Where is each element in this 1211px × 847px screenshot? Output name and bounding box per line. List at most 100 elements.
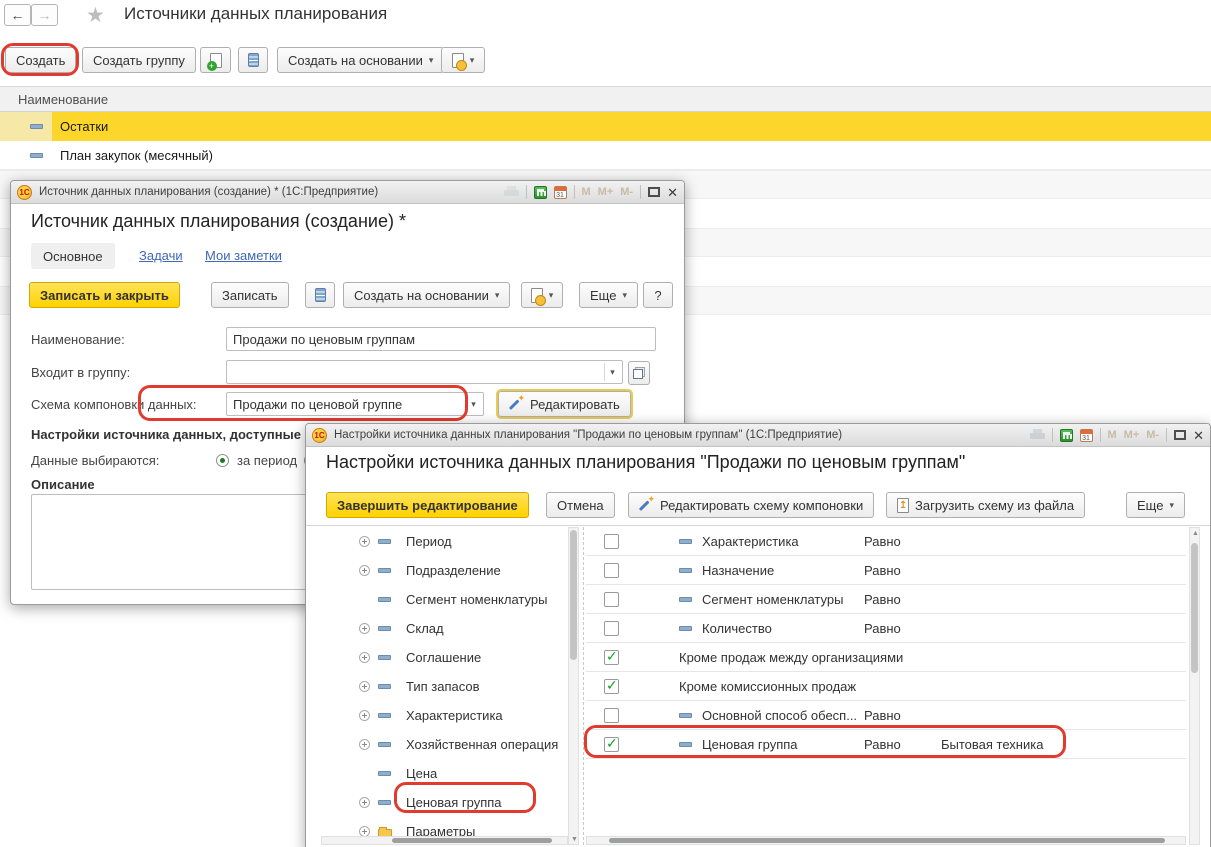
help-button[interactable]: ? [643, 282, 673, 308]
dropdown-caret-icon[interactable]: ▾ [465, 395, 481, 413]
schema-input[interactable]: Продажи по ценовой группе ▾ [226, 392, 484, 416]
finish-editing-button[interactable]: Завершить редактирование [326, 492, 529, 518]
tree-item[interactable]: Характеристика [321, 701, 568, 730]
scroll-up-icon[interactable]: ▲ [1191, 530, 1200, 537]
tree-item[interactable]: Ценовая группа [321, 788, 568, 817]
create-button[interactable]: Создать [5, 47, 76, 73]
checkbox[interactable] [604, 592, 619, 607]
edit-schema-button[interactable]: Редактировать [498, 391, 631, 417]
print-icon[interactable] [504, 186, 519, 198]
checkbox[interactable] [604, 621, 619, 636]
report-dropdown-button[interactable]: ▾ [441, 47, 485, 73]
table-header[interactable]: Наименование [0, 86, 1211, 112]
close-icon[interactable]: ✕ [1193, 429, 1204, 442]
more-button[interactable]: Еще▾ [579, 282, 638, 308]
filter-row[interactable]: Кроме комиссионных продаж [586, 672, 1186, 701]
schema-field-label: Схема компоновки данных: [31, 397, 197, 412]
create-group-button[interactable]: Создать группу [82, 47, 196, 73]
forward-button[interactable]: → [31, 4, 58, 26]
filter-row[interactable]: Ценовая группаРавноБытовая техника [586, 730, 1186, 759]
filter-row[interactable]: НазначениеРавно [586, 556, 1186, 585]
expand-icon[interactable] [359, 536, 370, 547]
tree-item[interactable]: Период [321, 527, 568, 556]
calendar-icon[interactable]: 31 [554, 186, 567, 199]
expand-icon[interactable] [359, 739, 370, 750]
create-based-on-button[interactable]: Создать на основании▾ [277, 47, 444, 73]
filter-row[interactable]: ХарактеристикаРавно [586, 527, 1186, 556]
panel-splitter[interactable] [583, 527, 584, 845]
star-icon[interactable]: ★ [86, 3, 105, 28]
calculator-icon[interactable] [1060, 429, 1073, 442]
tree-vertical-scrollbar[interactable]: ▼ [568, 527, 579, 845]
group-input[interactable]: ▾ [226, 360, 623, 384]
back-button[interactable]: ← [4, 4, 31, 26]
stack-button[interactable] [305, 282, 335, 308]
memory-m-button[interactable]: M [582, 186, 591, 198]
dialog-titlebar[interactable]: 1С Настройки источника данных планирован… [306, 424, 1210, 447]
save-and-close-button[interactable]: Записать и закрыть [29, 282, 180, 308]
memory-m-button[interactable]: M [1108, 429, 1117, 441]
calendar-icon[interactable]: 31 [1080, 429, 1093, 442]
memory-m-minus-button[interactable]: M- [620, 186, 633, 198]
add-document-button[interactable] [200, 47, 231, 73]
tab-main[interactable]: Основное [31, 243, 115, 269]
dialog-titlebar[interactable]: 1С Источник данных планирования (создани… [11, 181, 684, 204]
print-icon[interactable] [1030, 429, 1045, 441]
tree-item[interactable]: Соглашение [321, 643, 568, 672]
scrollbar-thumb[interactable] [392, 838, 552, 843]
filter-row[interactable]: Основной способ обесп...Равно [586, 701, 1186, 730]
checkbox[interactable] [604, 534, 619, 549]
tree-horizontal-scrollbar[interactable] [321, 836, 568, 845]
tree-item[interactable]: Подразделение [321, 556, 568, 585]
checkbox[interactable] [604, 563, 619, 578]
tab-my-notes[interactable]: Мои заметки [205, 248, 282, 263]
close-icon[interactable]: ✕ [667, 186, 678, 199]
tab-tasks[interactable]: Задачи [139, 248, 183, 263]
checkbox[interactable] [604, 708, 619, 723]
tree-item[interactable]: Хозяйственная операция [321, 730, 568, 759]
maximize-icon[interactable] [648, 187, 660, 197]
stack-button[interactable] [238, 47, 268, 73]
create-based-on-button[interactable]: Создать на основании▾ [343, 282, 510, 308]
memory-m-minus-button[interactable]: M- [1146, 429, 1159, 441]
scrollbar-thumb[interactable] [1191, 543, 1198, 673]
filter-row[interactable]: Сегмент номенклатурыРавно [586, 585, 1186, 614]
tree-item[interactable]: Склад [321, 614, 568, 643]
table-row[interactable]: План закупок (месячный) [0, 141, 1211, 170]
checkbox[interactable] [604, 737, 619, 752]
scrollbar-thumb[interactable] [609, 838, 1165, 843]
maximize-icon[interactable] [1174, 430, 1186, 440]
tree-item[interactable]: Тип запасов [321, 672, 568, 701]
dropdown-caret-icon[interactable]: ▾ [604, 363, 620, 381]
expand-icon[interactable] [359, 565, 370, 576]
edit-composition-schema-button[interactable]: Редактировать схему компоновки [628, 492, 874, 518]
expand-icon[interactable] [359, 710, 370, 721]
more-button[interactable]: Еще▾ [1126, 492, 1185, 518]
table-row[interactable]: Остатки [0, 112, 1211, 141]
name-input[interactable]: Продажи по ценовым группам [226, 327, 656, 351]
expand-icon[interactable] [359, 681, 370, 692]
radio-for-period[interactable] [216, 454, 229, 467]
expand-icon[interactable] [359, 797, 370, 808]
tree-item[interactable]: Цена [321, 759, 568, 788]
cancel-button[interactable]: Отмена [546, 492, 615, 518]
expand-icon[interactable] [359, 623, 370, 634]
checkbox[interactable] [604, 650, 619, 665]
scrollbar-thumb[interactable] [570, 530, 577, 660]
calculator-icon[interactable] [534, 186, 547, 199]
filters-vertical-scrollbar[interactable]: ▲ [1189, 527, 1200, 845]
memory-m-plus-button[interactable]: M+ [598, 186, 614, 198]
memory-m-plus-button[interactable]: M+ [1124, 429, 1140, 441]
save-button[interactable]: Записать [211, 282, 289, 308]
group-open-button[interactable] [628, 361, 650, 385]
expand-icon[interactable] [359, 652, 370, 663]
load-schema-button[interactable]: Загрузить схему из файла [886, 492, 1085, 518]
scroll-down-icon[interactable]: ▼ [570, 836, 579, 843]
checkbox[interactable] [604, 679, 619, 694]
filter-condition: Равно [864, 708, 901, 723]
filters-horizontal-scrollbar[interactable] [586, 836, 1186, 845]
tree-item[interactable]: Сегмент номенклатуры [321, 585, 568, 614]
report-dropdown-button[interactable]: ▾ [521, 282, 563, 308]
filter-row[interactable]: КоличествоРавно [586, 614, 1186, 643]
filter-row[interactable]: Кроме продаж между организациями [586, 643, 1186, 672]
